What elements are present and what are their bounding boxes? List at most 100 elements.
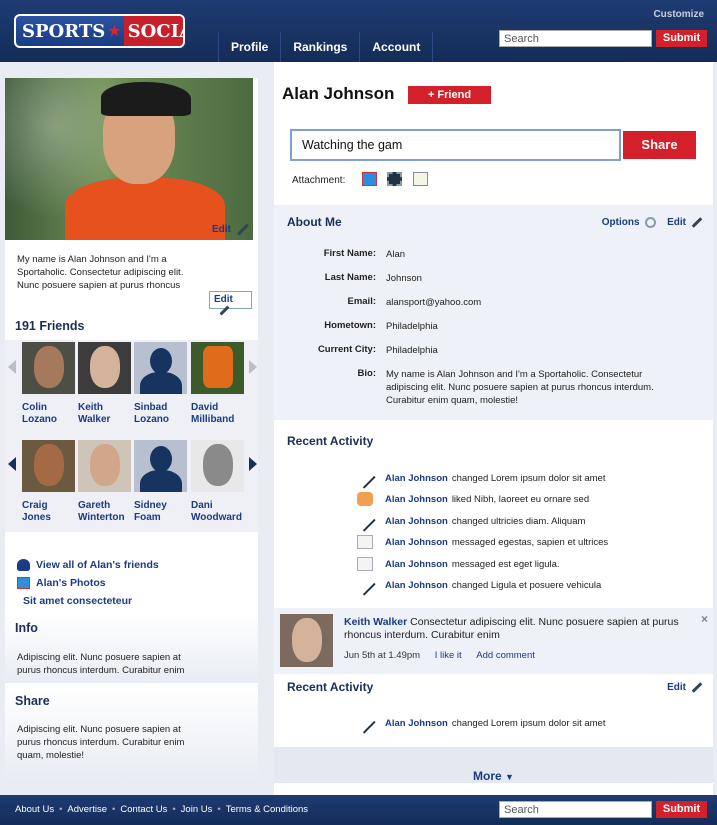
pencil-icon bbox=[354, 712, 376, 734]
header-search-input[interactable]: Search bbox=[499, 30, 652, 47]
footer-contact-link[interactable]: Contact Us bbox=[120, 804, 167, 815]
friend-card[interactable]: Sidney Foam bbox=[134, 440, 189, 524]
activity-item: Alan Johnson changed ultricies diam. Aliq… bbox=[354, 510, 585, 532]
about-edit-link[interactable]: Edit bbox=[667, 217, 686, 228]
pencil-icon bbox=[236, 223, 249, 236]
activity-item: Alan Johnson changed Ligula et posuere ve… bbox=[354, 574, 601, 596]
view-all-friends-link[interactable]: View all of Alan's friends bbox=[17, 556, 159, 574]
nav-account[interactable]: Account bbox=[359, 32, 434, 62]
friends-grid: Colin Lozano Keith Walker Sinbad Lozano Dav… bbox=[5, 340, 258, 532]
more-bar[interactable]: More ▼ bbox=[274, 747, 713, 783]
friend-photo[interactable] bbox=[78, 342, 131, 394]
share-button[interactable]: Share bbox=[623, 131, 696, 159]
friends-next-arrow-icon[interactable] bbox=[249, 457, 257, 471]
main-content: Alan Johnson + Friend Watching the gam S… bbox=[274, 62, 713, 795]
customize-link[interactable]: Customize bbox=[653, 9, 704, 20]
footer-links: About Us • Advertise • Contact Us • Join Us… bbox=[15, 804, 313, 815]
about-me-panel: About Me Options Edit First Name: Alan La… bbox=[274, 205, 713, 420]
about-actions: Options Edit bbox=[602, 217, 703, 228]
comment-meta: Jun 5th at 1.49pm I like it Add comment bbox=[344, 650, 535, 661]
profile-name: Alan Johnson bbox=[282, 84, 395, 103]
pencil-icon bbox=[691, 682, 703, 693]
silhouette-icon bbox=[150, 348, 172, 374]
header-submit-button[interactable]: Submit bbox=[656, 30, 707, 47]
sidebar-links: View all of Alan's friends Alan's Photos… bbox=[17, 556, 159, 610]
friend-name[interactable]: Dani Woodward bbox=[191, 500, 246, 524]
friend-name[interactable]: Colin Lozano bbox=[22, 402, 77, 426]
friend-card[interactable]: Craig Jones bbox=[22, 440, 77, 524]
envelope-icon bbox=[357, 557, 373, 571]
attach-video-icon[interactable] bbox=[387, 172, 402, 186]
share-text: Adipiscing elit. Nunc posuere sapien at … bbox=[17, 724, 185, 761]
add-comment-link[interactable]: Add comment bbox=[476, 650, 535, 661]
friends-title: 191 Friends bbox=[15, 319, 85, 333]
friends-prev-arrow-icon[interactable] bbox=[8, 457, 16, 471]
footer-join-link[interactable]: Join Us bbox=[181, 804, 213, 815]
friend-card[interactable]: Colin Lozano bbox=[22, 342, 77, 426]
footer-search-input[interactable]: Search bbox=[499, 801, 652, 818]
nav-rankings[interactable]: Rankings bbox=[280, 32, 359, 62]
friend-card[interactable]: Keith Walker bbox=[78, 342, 133, 426]
friend-name[interactable]: David Milliband bbox=[191, 402, 246, 426]
search-icon[interactable] bbox=[645, 217, 657, 228]
friend-face bbox=[34, 444, 64, 486]
friend-name[interactable]: Craig Jones bbox=[22, 500, 77, 524]
info-title: Info bbox=[15, 621, 38, 635]
friend-name[interactable]: Gareth Winterton bbox=[78, 500, 133, 524]
sit-amet-link[interactable]: Sit amet consecteteur bbox=[17, 592, 159, 610]
photo-icon bbox=[17, 577, 30, 589]
friend-photo[interactable] bbox=[22, 440, 75, 492]
footer-separator: • bbox=[59, 804, 63, 815]
pencil-icon bbox=[219, 305, 230, 316]
bio-edit-button[interactable]: Edit bbox=[209, 291, 252, 316]
profile-photo[interactable] bbox=[5, 78, 253, 240]
pencil-icon bbox=[354, 467, 376, 489]
footer-submit-button[interactable]: Submit bbox=[656, 801, 707, 818]
friend-photo[interactable] bbox=[191, 342, 244, 394]
sidebar-bio: My name is Alan Johnson and I'm a Sporta… bbox=[17, 254, 184, 291]
friend-photo-placeholder[interactable] bbox=[134, 440, 187, 492]
friend-card[interactable]: Dani Woodward bbox=[191, 440, 246, 524]
friend-name[interactable]: Sinbad Lozano bbox=[134, 402, 189, 426]
add-friend-button[interactable]: + Friend bbox=[408, 86, 491, 104]
status-input[interactable]: Watching the gam bbox=[290, 129, 621, 161]
photo-edit-link[interactable]: Edit bbox=[212, 223, 250, 236]
photos-link[interactable]: Alan's Photos bbox=[17, 574, 159, 592]
attach-note-icon[interactable] bbox=[413, 172, 428, 186]
about-me-title: About Me bbox=[287, 215, 342, 229]
logo-text-left: SPORTS bbox=[22, 20, 106, 42]
footer-advertise-link[interactable]: Advertise bbox=[67, 804, 107, 815]
header: SPORTS ★ SOCIAL Profile Rankings Account… bbox=[0, 0, 717, 62]
friend-photo[interactable] bbox=[22, 342, 75, 394]
close-icon[interactable]: × bbox=[701, 612, 708, 626]
attachment-label: Attachment: bbox=[292, 175, 346, 186]
silhouette-icon bbox=[150, 446, 172, 472]
friends-next-arrow-icon[interactable] bbox=[249, 360, 257, 374]
friend-name[interactable]: Sidney Foam bbox=[134, 500, 189, 524]
friends-prev-arrow-icon[interactable] bbox=[8, 360, 16, 374]
friend-name[interactable]: Keith Walker bbox=[78, 402, 133, 426]
footer-about-link[interactable]: About Us bbox=[15, 804, 54, 815]
friend-card[interactable]: David Milliband bbox=[191, 342, 246, 426]
friend-photo[interactable] bbox=[191, 440, 244, 492]
more-button[interactable]: More ▼ bbox=[473, 758, 514, 783]
attach-photo-icon[interactable] bbox=[362, 172, 377, 186]
like-link[interactable]: I like it bbox=[435, 650, 462, 661]
comment-date: Jun 5th at 1.49pm bbox=[344, 650, 421, 661]
friend-photo-placeholder[interactable] bbox=[134, 342, 187, 394]
footer-separator: • bbox=[112, 804, 116, 815]
options-link[interactable]: Options bbox=[602, 217, 640, 228]
recent-activity-2-edit[interactable]: Edit bbox=[667, 682, 703, 693]
footer-terms-link[interactable]: Terms & Conditions bbox=[226, 804, 308, 815]
friend-card[interactable]: Sinbad Lozano bbox=[134, 342, 189, 426]
commenter-avatar[interactable] bbox=[280, 614, 333, 667]
activity-item: Alan Johnson changed Lorem ipsum dolor si… bbox=[354, 712, 605, 734]
chevron-down-icon: ▼ bbox=[505, 772, 514, 782]
recent-activity-2-title: Recent Activity bbox=[287, 680, 374, 694]
photo-edit-label: Edit bbox=[212, 224, 231, 235]
friend-card[interactable]: Gareth Winterton bbox=[78, 440, 133, 524]
friend-photo[interactable] bbox=[78, 440, 131, 492]
site-logo[interactable]: SPORTS ★ SOCIAL bbox=[14, 14, 185, 48]
footer-separator: • bbox=[217, 804, 221, 815]
nav-profile[interactable]: Profile bbox=[218, 32, 280, 62]
